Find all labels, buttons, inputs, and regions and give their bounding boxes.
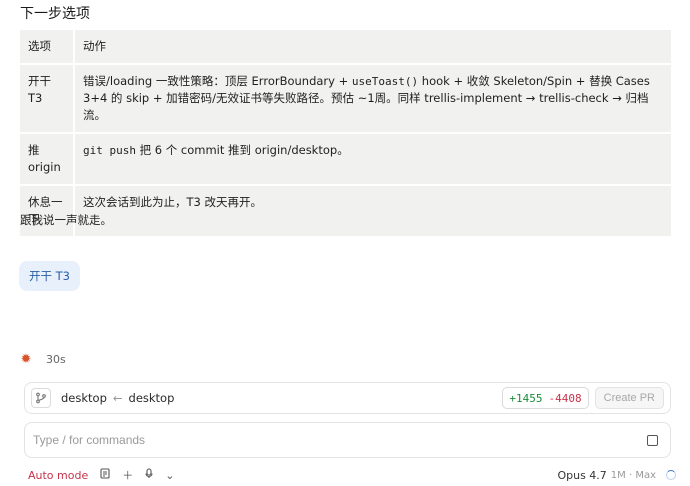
pr-bar: desktop ← desktop +1455 -4408 Create PR — [24, 382, 671, 414]
row-option: 开干 T3 — [20, 65, 75, 132]
mic-icon[interactable] — [145, 468, 153, 482]
branch-target: desktop — [61, 391, 107, 405]
arrow-left-icon: ← — [112, 391, 123, 405]
table-row: 休息一下 这次会话到此为止，T3 改天再开。 — [20, 186, 671, 236]
sparkle-icon: ✹ — [20, 352, 32, 367]
table-row: 开干 T3 错误/loading 一致性策略：顶层 ErrorBoundary … — [20, 65, 671, 132]
diff-stats[interactable]: +1455 -4408 — [502, 387, 589, 409]
inline-code: git push — [83, 144, 136, 157]
command-input[interactable] — [33, 433, 647, 447]
row-action: 这次会话到此为止，T3 改天再开。 — [75, 186, 671, 236]
create-pr-button[interactable]: Create PR — [594, 387, 664, 409]
deletions-count: -4408 — [548, 391, 582, 405]
file-icon[interactable] — [100, 468, 110, 482]
branch-source: desktop — [128, 391, 175, 405]
stop-icon[interactable] — [647, 434, 658, 446]
footer-tools: ＋ ⌄ — [100, 467, 174, 483]
row-option: 休息一下 — [20, 186, 75, 236]
status-line: ✹ 30s — [20, 352, 66, 367]
section-heading: 下一步选项 — [20, 6, 90, 22]
followup-text: 跟我说一声就走。 — [20, 213, 112, 227]
header-option: 选项 — [20, 30, 75, 63]
plus-icon[interactable]: ＋ — [122, 467, 133, 483]
model-name: Opus 4.7 — [557, 468, 607, 482]
action-text: 把 6 个 commit 推到 origin/desktop。 — [135, 143, 349, 157]
elapsed-time: 30s — [46, 353, 66, 366]
spinner-icon — [666, 470, 676, 480]
mode-toggle[interactable]: Auto mode — [28, 469, 88, 482]
model-info[interactable]: Opus 4.7 1M · Max — [557, 469, 676, 482]
additions-count: +1455 — [509, 391, 543, 405]
inline-code: useToast() — [351, 75, 419, 88]
branch-icon[interactable] — [31, 388, 51, 408]
options-table: 选项 动作 开干 T3 错误/loading 一致性策略：顶层 ErrorBou… — [20, 28, 671, 238]
pr-actions: +1455 -4408 Create PR — [502, 387, 664, 409]
model-context: 1M · Max — [610, 469, 656, 481]
table-row: 推 origin git push 把 6 个 commit 推到 origin… — [20, 134, 671, 184]
branch-info: desktop ← desktop — [61, 391, 174, 405]
action-text: 错误/loading 一致性策略：顶层 ErrorBoundary + — [83, 74, 352, 88]
row-option: 推 origin — [20, 134, 75, 184]
row-action: 错误/loading 一致性策略：顶层 ErrorBoundary + useT… — [75, 65, 671, 132]
table-header-row: 选项 动作 — [20, 30, 671, 63]
chevron-down-icon[interactable]: ⌄ — [165, 469, 174, 482]
header-action: 动作 — [75, 30, 671, 63]
footer-bar: Auto mode ＋ ⌄ Opus 4.7 1M · Max — [28, 466, 676, 484]
user-message: 开干 T3 — [19, 261, 80, 291]
command-box — [24, 422, 671, 458]
row-action: git push 把 6 个 commit 推到 origin/desktop。 — [75, 134, 671, 184]
action-text: 这次会话到此为止，T3 改天再开。 — [83, 195, 262, 209]
